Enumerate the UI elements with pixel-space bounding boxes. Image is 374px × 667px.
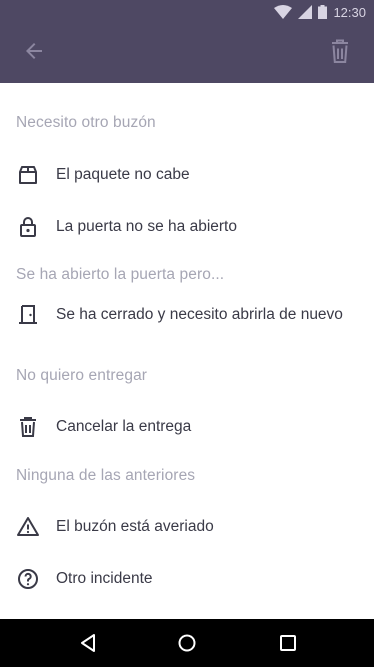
section-header-other-mailbox: Necesito otro buzón [16, 114, 156, 131]
section-header-door-opened: Se ha abierto la puerta pero... [16, 266, 225, 283]
warning-icon [17, 517, 39, 536]
lock-icon [20, 217, 36, 237]
option-label: El buzón está averiado [56, 518, 214, 535]
wifi-icon [274, 5, 293, 19]
battery-icon [318, 5, 328, 19]
nav-recents-icon[interactable] [276, 631, 300, 655]
trash-icon [20, 417, 36, 437]
option-label: Se ha cerrado y necesito abrirla de nuev… [56, 306, 343, 323]
system-nav-bar [0, 619, 374, 667]
section-header-none-of-above: Ninguna de las anteriores [16, 467, 196, 484]
option-label: Cancelar la entrega [56, 418, 192, 435]
option-label: La puerta no se ha abierto [56, 218, 237, 235]
incident-options-list: Necesito otro buzón El paquete no cabe L… [0, 83, 374, 619]
door-icon [19, 305, 37, 324]
signal-icon [298, 5, 313, 19]
box-icon [19, 166, 37, 184]
status-time: 12:30 [333, 4, 366, 20]
back-arrow-icon[interactable] [22, 39, 46, 63]
app-bar: 12:30 [0, 0, 374, 83]
delete-icon[interactable] [328, 38, 352, 64]
option-label: El paquete no cabe [56, 166, 190, 183]
section-header-do-not-deliver: No quiero entregar [16, 367, 148, 384]
nav-home-icon[interactable] [175, 631, 199, 655]
nav-back-icon[interactable] [76, 631, 100, 655]
help-icon [18, 569, 38, 589]
status-bar: 12:30 [214, 0, 374, 24]
option-label: Otro incidente [56, 570, 153, 587]
